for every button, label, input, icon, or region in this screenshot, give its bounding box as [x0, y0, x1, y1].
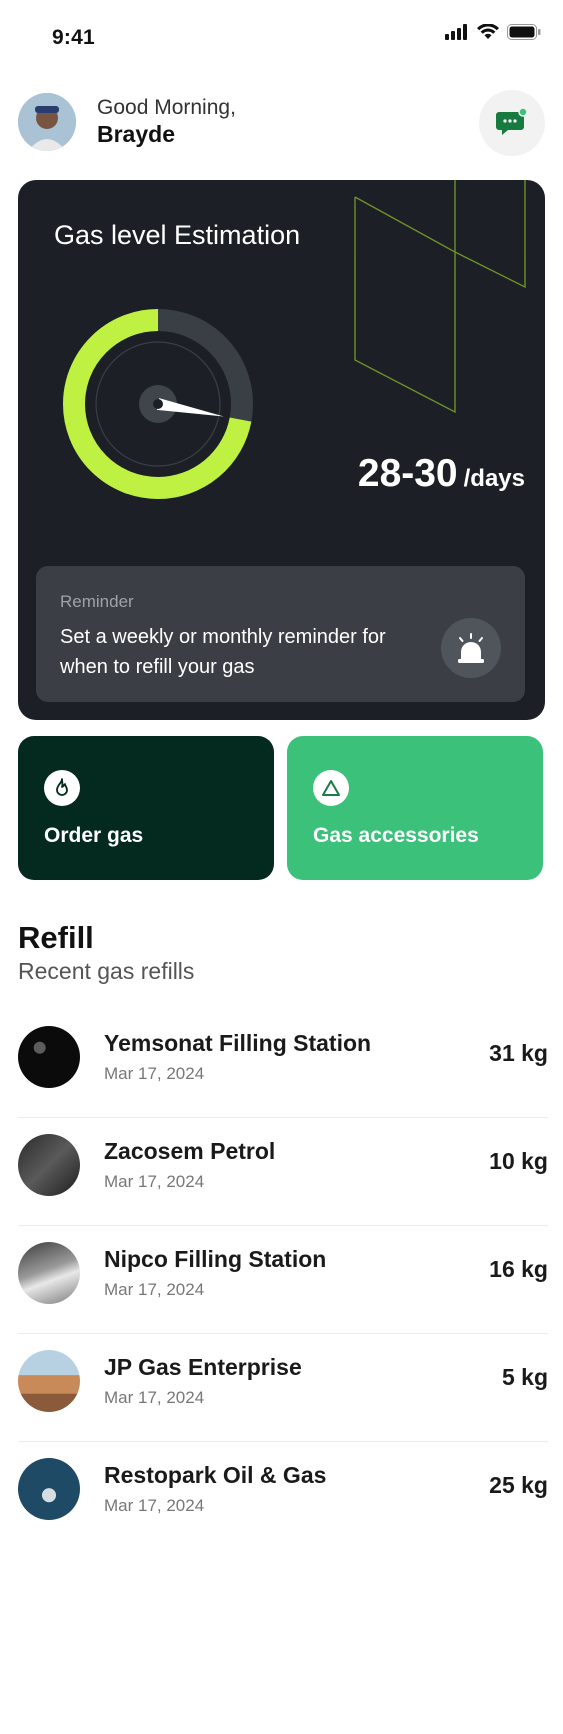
refill-subtitle: Recent gas refills: [18, 958, 195, 984]
refill-list: Yemsonat Filling Station Mar 17, 2024 31…: [18, 1010, 548, 1550]
header: Good Morning, Brayde: [18, 90, 545, 156]
station-name: Zacosem Petrol: [104, 1138, 276, 1164]
flame-icon-wrap: [44, 770, 80, 806]
refill-quantity: 5 kg: [501, 1364, 548, 1390]
refill-quantity: 25 kg: [489, 1472, 548, 1498]
order-gas-label: Order gas: [44, 824, 144, 847]
order-gas-tile[interactable]: Order gas: [18, 736, 274, 880]
reminder-panel[interactable]: Reminder Set a weekly or monthly reminde…: [36, 566, 525, 702]
reminder-label: Reminder: [60, 592, 134, 611]
gauge-pivot: [153, 399, 163, 409]
refill-title: Refill: [18, 920, 94, 955]
station-thumbnail: [18, 1026, 80, 1088]
set-reminder-button[interactable]: [441, 618, 501, 678]
station-name: Yemsonat Filling Station: [104, 1030, 372, 1056]
avatar-portrait-icon: [18, 93, 76, 151]
refill-row[interactable]: Yemsonat Filling Station Mar 17, 2024 31…: [18, 1010, 548, 1118]
user-name: Brayde: [97, 121, 175, 147]
gas-card-title: Gas level Estimation: [54, 220, 301, 250]
accessories-icon-wrap: [313, 770, 349, 806]
battery-icon: [507, 24, 541, 40]
station-name: Nipco Filling Station: [104, 1246, 327, 1272]
decorative-lines: [354, 180, 526, 414]
signal-icon: [445, 24, 467, 40]
refill-quantity: 10 kg: [489, 1148, 548, 1174]
station-thumbnail: [18, 1458, 80, 1520]
station-name: JP Gas Enterprise: [104, 1354, 302, 1380]
days-value: 28-30: [357, 452, 458, 495]
greeting-text: Good Morning,: [97, 96, 236, 119]
refill-date: Mar 17, 2024: [104, 1064, 205, 1083]
refill-row[interactable]: Nipco Filling Station Mar 17, 2024 16 kg: [18, 1226, 548, 1334]
alarm-siren-icon: [458, 633, 484, 663]
gas-gauge: [63, 309, 253, 499]
reminder-text: Set a weekly or monthly reminder for whe…: [60, 626, 386, 678]
refill-date: Mar 17, 2024: [104, 1172, 205, 1191]
refill-date: Mar 17, 2024: [104, 1388, 205, 1407]
days-estimate: 28-30 /days: [358, 452, 525, 496]
refill-row[interactable]: Restopark Oil & Gas Mar 17, 2024 25 kg: [18, 1442, 548, 1550]
messages-button[interactable]: [479, 90, 545, 156]
station-thumbnail: [18, 1350, 80, 1412]
status-time: 9:41: [52, 26, 95, 49]
flame-icon: [56, 778, 68, 796]
station-thumbnail: [18, 1134, 80, 1196]
refill-row[interactable]: JP Gas Enterprise Mar 17, 2024 5 kg: [18, 1334, 548, 1442]
refill-quantity: 16 kg: [489, 1256, 548, 1282]
avatar[interactable]: [18, 93, 76, 151]
days-unit: /days: [463, 465, 525, 492]
gas-level-card: Gas level Estimation 28-30 /days Reminde…: [18, 180, 545, 720]
chat-bubble-icon: [496, 108, 528, 135]
triangle-icon: [322, 780, 340, 796]
station-thumbnail: [18, 1242, 80, 1304]
gas-accessories-label: Gas accessories: [313, 824, 479, 847]
refill-date: Mar 17, 2024: [104, 1280, 205, 1299]
status-bar: 9:41: [0, 0, 563, 70]
refill-quantity: 31 kg: [489, 1040, 548, 1066]
status-icons: [445, 24, 541, 40]
refill-row[interactable]: Zacosem Petrol Mar 17, 2024 10 kg: [18, 1118, 548, 1226]
gas-accessories-tile[interactable]: Gas accessories: [287, 736, 543, 880]
wifi-icon: [477, 24, 499, 39]
refill-date: Mar 17, 2024: [104, 1496, 205, 1515]
station-name: Restopark Oil & Gas: [104, 1462, 327, 1488]
